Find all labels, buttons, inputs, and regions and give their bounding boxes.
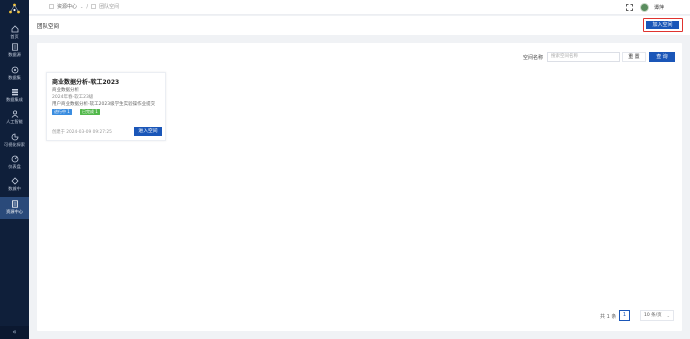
breadcrumb-item-team-space: 团队空间: [99, 4, 120, 10]
sidebar-item-label: 人工智能: [6, 119, 23, 124]
enter-space-button[interactable]: 进入空间: [134, 127, 162, 136]
home-icon: [10, 24, 19, 33]
space-card-term: 2024年春-软工23级: [52, 95, 94, 100]
sidebar-item-integration[interactable]: 数据集成: [0, 85, 29, 107]
in-progress-badge: 进行中 1: [52, 109, 72, 115]
dashboard-icon: [10, 154, 19, 163]
reset-button[interactable]: 重 置: [622, 52, 646, 62]
main-panel: 空间名称 搜索空间名称 重 置 查 询 商业数据分析-软工2023 商业数据分析…: [37, 43, 682, 331]
finished-badge: 已完成 1: [80, 109, 100, 115]
page-title: 团队空间: [37, 24, 60, 30]
space-card-subtitle: 商业数据分析: [52, 88, 79, 93]
sidebar-item-label: 数据集成: [6, 97, 23, 102]
space-name-search-input[interactable]: 搜索空间名称: [547, 52, 620, 62]
query-button[interactable]: 查 询: [649, 52, 675, 62]
space-name-label: 空间名称: [523, 55, 544, 61]
space-card-description: 用户商业数据分析-软工2023级学生实验操作业提交: [52, 102, 156, 107]
chevron-down-icon: ⌄: [80, 4, 84, 9]
sidebar-item-dashboard[interactable]: 仪表盘: [0, 152, 29, 174]
document-icon: [49, 4, 54, 9]
breadcrumb-item-resource-center[interactable]: 资源中心: [57, 3, 77, 10]
fullscreen-icon[interactable]: [626, 4, 633, 11]
chevron-down-icon: ⌄: [666, 313, 670, 318]
sidebar-item-label: 仪表盘: [8, 164, 21, 169]
sidebar: 首页 数据源 数据集 数据集成 人工智能 可视化探索 仪表盘 数據中 资源中心 …: [0, 0, 29, 339]
sidebar-item-label: 资源中心: [6, 209, 23, 214]
sidebar-item-label: 数據中: [8, 186, 21, 191]
breadcrumb: 资源中心 ⌄ / 团队空间: [49, 3, 119, 10]
integration-icon: [10, 87, 19, 96]
breadcrumb-separator: /: [86, 3, 89, 10]
sidebar-collapse-button[interactable]: «: [0, 326, 29, 339]
pagination-page-1[interactable]: 1: [619, 310, 630, 321]
sidebar-item-ai[interactable]: 人工智能: [0, 107, 29, 129]
avatar[interactable]: [640, 3, 649, 12]
database-icon: [10, 42, 19, 51]
space-card-title: 商业数据分析-软工2023: [52, 79, 120, 86]
join-button-highlight: 加入空间: [643, 18, 683, 32]
sidebar-item-datasource[interactable]: 数据源: [0, 40, 29, 62]
sidebar-item-resource-center[interactable]: 资源中心: [0, 197, 29, 219]
sidebar-item-label: 数据集: [8, 75, 21, 80]
sidebar-item-visual[interactable]: 可视化探索: [0, 130, 29, 152]
data-center-icon: [10, 176, 19, 185]
resource-icon: [10, 199, 19, 208]
sidebar-item-label: 可视化探索: [4, 142, 25, 147]
sidebar-item-data-center[interactable]: 数據中: [0, 174, 29, 196]
document-icon: [91, 4, 96, 9]
top-header: 资源中心 ⌄ / 团队空间 谭萍: [29, 0, 690, 15]
space-card[interactable]: 商业数据分析-软工2023 商业数据分析 2024年春-软工23级 用户商业数据…: [46, 72, 166, 141]
user-name[interactable]: 谭萍: [654, 4, 664, 11]
sidebar-item-label: 数据源: [8, 52, 21, 57]
page-header: 团队空间 加入空间: [29, 16, 690, 35]
join-space-button[interactable]: 加入空间: [646, 21, 679, 29]
dataset-icon: [10, 65, 19, 74]
ai-icon: [10, 109, 19, 118]
chart-icon: [10, 132, 19, 141]
pagination-total: 共 1 条: [600, 314, 617, 320]
sidebar-item-dataset[interactable]: 数据集: [0, 63, 29, 85]
page-size-value: 10 条/页: [644, 313, 662, 318]
space-card-created-time: 创建于 2024-03-09 09:27:25: [52, 130, 112, 135]
logo-icon: [9, 3, 20, 14]
page-size-select[interactable]: 10 条/页 ⌄: [640, 310, 674, 321]
